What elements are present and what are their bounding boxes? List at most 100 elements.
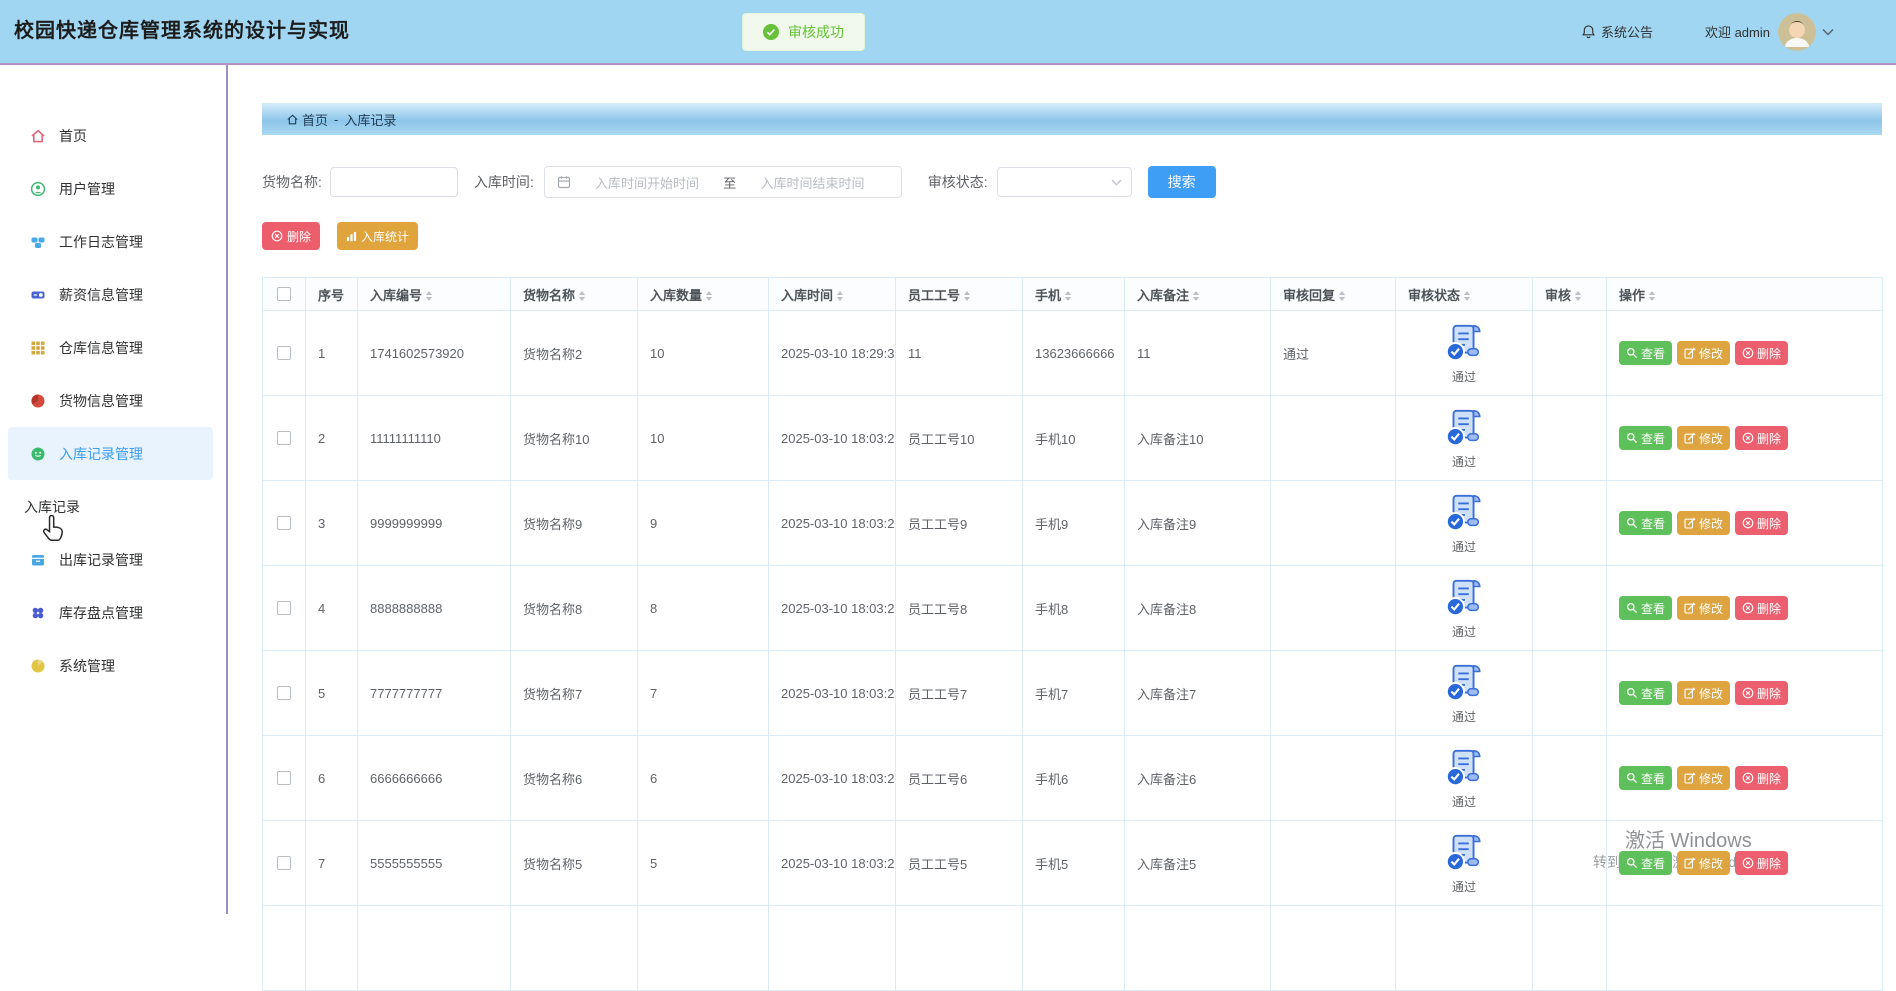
column-header[interactable]: 审核回复 [1271,278,1396,311]
time-range-picker[interactable]: 入库时间开始时间 至 入库时间结束时间 [544,166,902,198]
sort-caret[interactable] [1464,291,1470,301]
view-button[interactable]: 查看 [1619,681,1672,705]
sort-caret[interactable] [1193,291,1199,301]
sidebar-item-users[interactable]: 用户管理 [8,162,213,215]
edit-button[interactable]: 修改 [1677,596,1730,620]
column-header[interactable]: 操作 [1607,278,1883,311]
column-header[interactable]: 入库数量 [638,278,769,311]
select-all-checkbox[interactable] [277,287,291,301]
delete-button[interactable]: 删除 [1735,341,1788,365]
cell-goods-name: 货物名称8 [511,566,638,651]
delete-button[interactable]: 删除 [1735,511,1788,535]
sidebar-item-label: 入库记录管理 [59,444,143,464]
chevron-down-icon[interactable] [1822,28,1834,36]
row-checkbox[interactable] [277,346,291,360]
delete-button[interactable]: 删除 [1735,596,1788,620]
delete-button[interactable]: 删除 [1735,851,1788,875]
sidebar-item-warehouse[interactable]: 仓库信息管理 [8,321,213,374]
edit-button[interactable]: 修改 [1677,851,1730,875]
search-icon [1626,602,1638,614]
column-header[interactable]: 入库时间 [769,278,896,311]
inbound-stats-button[interactable]: 入库统计 [337,222,418,250]
cell-inbound-code: 8888888888 [358,566,511,651]
audit-status-select[interactable] [997,167,1132,197]
sort-caret[interactable] [426,291,432,301]
cell-employee-id: 员工工号10 [896,396,1023,481]
cell-quantity: 5 [638,821,769,906]
edit-button[interactable]: 修改 [1677,426,1730,450]
view-button[interactable]: 查看 [1619,596,1672,620]
sidebar-item-inbound[interactable]: 入库记录管理 [8,427,213,480]
column-header[interactable]: 序号 [306,278,358,311]
edit-button[interactable]: 修改 [1677,511,1730,535]
view-button[interactable]: 查看 [1619,851,1672,875]
edit-button[interactable]: 修改 [1677,681,1730,705]
avatar[interactable] [1778,13,1816,51]
table-header-row: 序号入库编号货物名称入库数量入库时间员工工号手机入库备注审核回复审核状态审核操作 [263,278,1883,311]
sidebar-item-system[interactable]: 系统管理 [8,639,213,692]
sort-caret[interactable] [1339,291,1345,301]
approved-scroll-icon [1442,322,1486,364]
approved-scroll-icon [1442,662,1486,704]
sort-caret[interactable] [1065,291,1071,301]
row-checkbox[interactable] [277,431,291,445]
view-button[interactable]: 查看 [1619,766,1672,790]
sidebar-item-outbound[interactable]: 出库记录管理 [8,533,213,586]
row-checkbox[interactable] [277,856,291,870]
column-header[interactable]: 货物名称 [511,278,638,311]
sidebar: 首页用户管理工作日志管理薪资信息管理仓库信息管理货物信息管理入库记录管理入库记录… [0,65,228,914]
view-button[interactable]: 查看 [1619,511,1672,535]
delete-button[interactable]: 删除 [1735,766,1788,790]
row-checkbox[interactable] [277,516,291,530]
edit-icon [1684,687,1696,699]
delete-button[interactable]: 删除 [1735,681,1788,705]
chevron-down-icon [1111,179,1122,186]
audit-status-label: 通过 [1452,453,1476,470]
circle-x-icon [1742,687,1754,699]
bulk-delete-button[interactable]: 删除 [262,222,320,250]
edit-icon [1684,432,1696,444]
sidebar-item-inventory[interactable]: 库存盘点管理 [8,586,213,639]
sort-caret[interactable] [1575,291,1581,301]
sort-caret[interactable] [837,291,843,301]
column-header[interactable]: 员工工号 [896,278,1023,311]
breadcrumb-home-link[interactable]: 首页 [286,110,328,129]
inbound-icon [30,446,46,462]
edit-button[interactable]: 修改 [1677,341,1730,365]
column-header[interactable]: 审核状态 [1396,278,1533,311]
cell-audit [1533,821,1607,906]
column-header[interactable]: 审核 [1533,278,1607,311]
column-header[interactable]: 入库编号 [358,278,511,311]
search-icon [1626,772,1638,784]
search-button[interactable]: 搜索 [1148,166,1216,198]
sort-caret[interactable] [1649,291,1655,301]
row-checkbox[interactable] [277,686,291,700]
sidebar-item-goods[interactable]: 货物信息管理 [8,374,213,427]
edit-button[interactable]: 修改 [1677,766,1730,790]
cell-inbound-time: 2025-03-10 18:29:33 [769,311,896,396]
column-header[interactable]: 手机 [1023,278,1125,311]
sidebar-subitem-inbound-records[interactable]: 入库记录 [0,480,226,533]
delete-button[interactable]: 删除 [1735,426,1788,450]
column-header[interactable]: 入库备注 [1125,278,1271,311]
audit-status-label: 通过 [1452,708,1476,725]
cell-remark: 入库备注6 [1125,736,1271,821]
sidebar-item-salary[interactable]: 薪资信息管理 [8,268,213,321]
sidebar-item-worklog[interactable]: 工作日志管理 [8,215,213,268]
sidebar-item-home[interactable]: 首页 [8,109,213,162]
system-announcement-link[interactable]: 系统公告 [1581,22,1653,41]
sort-caret[interactable] [579,291,585,301]
sort-caret[interactable] [964,291,970,301]
circle-x-icon [1742,432,1754,444]
row-checkbox[interactable] [277,771,291,785]
table-row [263,906,1883,991]
approved-scroll-icon [1442,747,1486,789]
sort-caret[interactable] [706,291,712,301]
view-button[interactable]: 查看 [1619,426,1672,450]
view-button[interactable]: 查看 [1619,341,1672,365]
cell-quantity: 10 [638,396,769,481]
row-checkbox[interactable] [277,601,291,615]
goods-name-input[interactable] [330,167,458,197]
search-icon [1626,517,1638,529]
cell-index: 2 [306,396,358,481]
